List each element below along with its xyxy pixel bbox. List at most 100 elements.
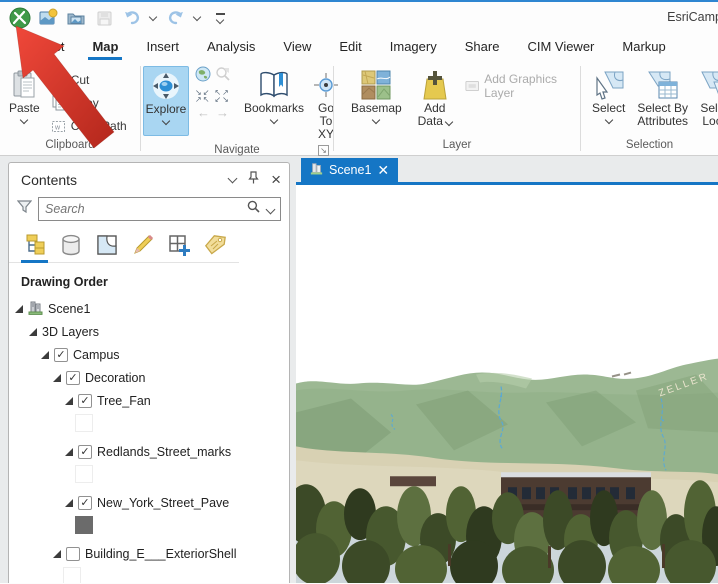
arcgis-pro-logo-icon[interactable] bbox=[8, 6, 32, 30]
navigate-dialog-launcher-icon[interactable]: ↘ bbox=[318, 145, 329, 156]
data-source-icon[interactable] bbox=[57, 233, 84, 262]
copy-path-button[interactable]: w Copy Path bbox=[51, 116, 127, 136]
expand-triangle-icon[interactable] bbox=[15, 304, 23, 313]
zoom-to-selection-icon[interactable] bbox=[215, 66, 231, 87]
layer-checkbox[interactable] bbox=[66, 546, 80, 561]
tree-row-redlands-street-marks[interactable]: Redlands_Street_marks bbox=[9, 440, 289, 463]
select-button[interactable]: Select bbox=[589, 66, 628, 125]
layer-checkbox[interactable] bbox=[78, 444, 92, 459]
window-title: EsriCamp bbox=[667, 10, 718, 24]
search-input[interactable] bbox=[45, 202, 247, 216]
scene-icon bbox=[28, 300, 43, 318]
select-label: Select bbox=[592, 101, 626, 115]
tab-cim-viewer[interactable]: CIM Viewer bbox=[513, 35, 608, 60]
explore-button[interactable]: Explore bbox=[143, 66, 189, 136]
bookmarks-button[interactable]: Bookmarks bbox=[241, 66, 307, 125]
save-project-icon[interactable] bbox=[92, 6, 116, 30]
layer-checkbox[interactable] bbox=[54, 347, 68, 362]
tab-view[interactable]: View bbox=[269, 35, 325, 60]
paste-icon bbox=[11, 68, 37, 102]
search-icon[interactable] bbox=[247, 200, 260, 218]
layer-checkbox[interactable] bbox=[78, 495, 92, 510]
prev-next-extent-icons[interactable]: ←→ bbox=[195, 105, 235, 120]
open-project-icon[interactable] bbox=[64, 6, 88, 30]
paste-button[interactable]: Paste bbox=[6, 66, 43, 125]
basemap-dropdown-icon bbox=[372, 115, 381, 125]
new-table-icon[interactable] bbox=[165, 233, 192, 262]
add-data-label2: Data bbox=[417, 114, 443, 128]
ribbon: Paste Cut Copy w Copy Path Clipboard Exp… bbox=[0, 60, 718, 156]
tab-markup[interactable]: Markup bbox=[608, 35, 679, 60]
edit-icon[interactable] bbox=[129, 233, 156, 262]
close-view-icon[interactable]: ✕ bbox=[377, 163, 389, 177]
expand-triangle-icon[interactable] bbox=[29, 327, 37, 336]
layer-checkbox[interactable] bbox=[78, 393, 92, 408]
select-by-attributes-button[interactable]: Select By Attributes bbox=[634, 66, 691, 130]
quick-access-toolbar bbox=[8, 6, 232, 30]
add-graphics-layer-button[interactable]: Add Graphics Layer bbox=[465, 66, 580, 100]
group-layer: Basemap Add Data Add Graphics Layer Laye… bbox=[334, 60, 580, 155]
copy-icon bbox=[52, 95, 65, 111]
copy-button[interactable]: Copy bbox=[51, 93, 127, 113]
contents-pane-title: Contents bbox=[21, 172, 78, 188]
tree-row-building-e-exteriorshell[interactable]: Building_E___ExteriorShell bbox=[9, 542, 289, 565]
full-extent-globe-icon[interactable] bbox=[195, 66, 211, 87]
tab-map[interactable]: Map bbox=[78, 35, 132, 60]
symbol-swatch[interactable] bbox=[63, 567, 81, 583]
tree-row-new-york-street-pave[interactable]: New_York_Street_Pave bbox=[9, 491, 289, 514]
customize-toolbar-icon[interactable] bbox=[208, 6, 232, 30]
drawing-order-icon[interactable] bbox=[21, 233, 48, 263]
pin-icon[interactable] bbox=[248, 171, 259, 189]
tree-row-campus[interactable]: Campus bbox=[9, 343, 289, 366]
labeling-icon[interactable] bbox=[201, 233, 228, 262]
scene-canvas[interactable]: ZELLER bbox=[296, 185, 718, 583]
expand-triangle-icon[interactable] bbox=[65, 498, 73, 507]
tab-analysis[interactable]: Analysis bbox=[193, 35, 269, 60]
tab-share[interactable]: Share bbox=[451, 35, 514, 60]
tree-row-decoration[interactable]: Decoration bbox=[9, 366, 289, 389]
expand-triangle-icon[interactable] bbox=[41, 350, 49, 359]
select-icon bbox=[593, 68, 625, 102]
expand-triangle-icon[interactable] bbox=[65, 447, 73, 456]
undo-icon[interactable] bbox=[120, 6, 144, 30]
tab-insert[interactable]: Insert bbox=[132, 35, 193, 60]
fixed-zoom-out-icon[interactable]: ↖↗ ↙↘ bbox=[214, 89, 229, 104]
bookmarks-icon bbox=[258, 68, 290, 102]
layer-label: Building_E___ExteriorShell bbox=[85, 546, 237, 561]
redo-icon[interactable] bbox=[164, 6, 188, 30]
cut-label: Cut bbox=[70, 73, 90, 87]
symbol-swatch[interactable] bbox=[75, 414, 93, 432]
tab-project[interactable]: Project bbox=[10, 35, 78, 60]
tab-edit[interactable]: Edit bbox=[325, 35, 375, 60]
selection-group-label: Selection bbox=[625, 139, 674, 151]
new-project-icon[interactable] bbox=[36, 6, 60, 30]
pane-menu-icon[interactable] bbox=[227, 173, 238, 184]
copy-label: Copy bbox=[70, 96, 99, 110]
tree-row-scene1[interactable]: Scene1 bbox=[9, 297, 289, 320]
visibility-icon[interactable] bbox=[93, 233, 120, 262]
basemap-button[interactable]: Basemap bbox=[348, 66, 405, 125]
undo-dropdown-icon[interactable] bbox=[148, 12, 158, 22]
symbol-swatch[interactable] bbox=[75, 465, 93, 483]
expand-triangle-icon[interactable] bbox=[65, 396, 73, 405]
select-by-location-button[interactable]: Select Locat bbox=[697, 66, 718, 130]
clipboard-group-label: Clipboard bbox=[45, 139, 95, 151]
tab-imagery[interactable]: Imagery bbox=[376, 35, 451, 60]
cut-button[interactable]: Cut bbox=[51, 70, 127, 90]
tree-row-3d-layers[interactable]: 3D Layers bbox=[9, 320, 289, 343]
expand-triangle-icon[interactable] bbox=[53, 373, 61, 382]
add-data-button[interactable]: Add Data bbox=[415, 66, 455, 130]
search-options-icon[interactable] bbox=[265, 204, 276, 214]
layer-checkbox[interactable] bbox=[66, 370, 80, 385]
close-pane-icon[interactable]: × bbox=[271, 171, 281, 188]
symbol-swatch[interactable] bbox=[75, 516, 93, 534]
copy-path-label: Copy Path bbox=[70, 119, 127, 133]
basemap-icon bbox=[360, 68, 392, 102]
expand-triangle-icon[interactable] bbox=[53, 549, 61, 558]
redo-dropdown-icon[interactable] bbox=[192, 12, 202, 22]
filter-icon[interactable] bbox=[16, 199, 33, 219]
explore-icon bbox=[151, 69, 181, 103]
fixed-zoom-in-icon[interactable]: ↘↙ ↗↖ bbox=[195, 89, 210, 104]
tree-row-tree-fan[interactable]: Tree_Fan bbox=[9, 389, 289, 412]
scene1-view-tab[interactable]: Scene1 ✕ bbox=[301, 158, 399, 182]
